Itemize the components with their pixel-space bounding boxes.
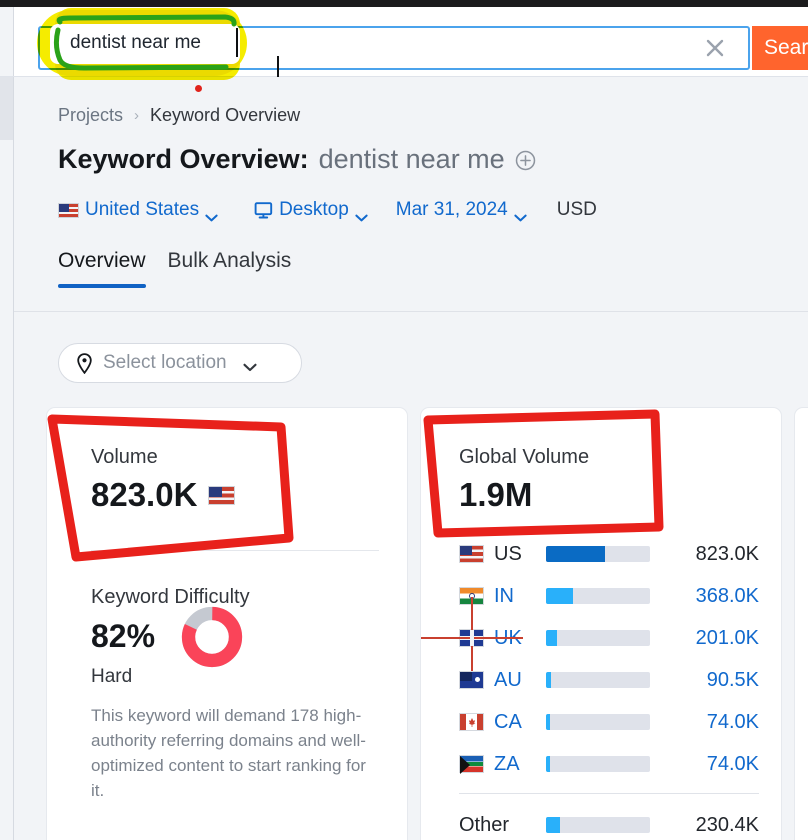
country-code: US — [494, 542, 522, 565]
page-title-keyword: dentist near me — [318, 144, 505, 174]
table-row[interactable]: UK 201.0K — [420, 597, 759, 679]
page-body: Projects › Keyword Overview Keyword Over… — [0, 77, 808, 840]
sidebar-active-indicator — [0, 77, 13, 140]
map-pin-icon — [76, 352, 93, 374]
country-code[interactable]: ZA — [494, 753, 546, 776]
date-filter-label: Mar 31, 2024 — [395, 199, 508, 220]
search-input-value-overlay: dentist near me — [70, 32, 201, 53]
breadcrumb: Projects › Keyword Overview — [58, 105, 300, 126]
device-filter[interactable]: Desktop — [254, 199, 368, 222]
uk-flag-icon — [420, 597, 523, 679]
country-volume[interactable]: 201.0K — [650, 627, 759, 650]
intent-card — [794, 407, 808, 840]
table-row[interactable]: ZA 74.0K — [459, 743, 759, 785]
breadcrumb-item-current: Keyword Overview — [150, 105, 301, 125]
country-filter[interactable]: United States — [58, 199, 218, 222]
volume-bar — [546, 588, 650, 604]
volume-bar — [546, 672, 650, 688]
other-volume: 230.4K — [695, 813, 759, 836]
us-flag-icon — [58, 202, 79, 218]
keyword-difficulty-description: This keyword will demand 178 high-author… — [91, 706, 366, 800]
global-volume-value: 1.9M — [459, 476, 533, 513]
table-row[interactable]: AU 90.5K — [459, 659, 759, 701]
monitor-icon — [254, 201, 273, 219]
keyword-difficulty-value: 82% — [91, 618, 156, 654]
volume-bar — [546, 630, 650, 646]
currency-label: USD — [556, 199, 597, 220]
tab-bar: Overview Bulk Analysis — [58, 249, 291, 288]
volume-value: 823.0K — [91, 476, 198, 513]
keyword-difficulty-donut — [181, 606, 243, 668]
volume-bar — [546, 546, 650, 562]
left-sidebar-rail[interactable] — [0, 77, 14, 840]
chevron-down-icon — [355, 206, 368, 222]
volume-bar — [546, 756, 650, 772]
page-title: Keyword Overview: dentist near me — [58, 144, 536, 175]
au-flag-icon — [459, 671, 484, 689]
table-row[interactable]: US 823.0K — [459, 533, 759, 575]
table-row-other: Other 230.4K — [459, 804, 759, 840]
left-rail-header — [0, 7, 14, 76]
country-code[interactable]: AU — [494, 669, 546, 692]
text-caret-overlay — [236, 28, 238, 57]
volume-value-group: 823.0K — [91, 476, 236, 514]
country-list-divider — [459, 793, 759, 794]
filter-row: United States Desktop Mar 31, 2024 USD — [58, 199, 597, 222]
volume-card: Volume 823.0K Keyword Difficulty 82% Har… — [46, 407, 408, 840]
page-title-prefix: Keyword Overview: — [58, 144, 309, 174]
chevron-down-icon — [514, 206, 527, 222]
date-filter[interactable]: Mar 31, 2024 — [395, 199, 527, 222]
table-row[interactable]: IN 368.0K — [459, 575, 759, 617]
country-code[interactable]: IN — [494, 585, 546, 608]
keyword-difficulty-rating: Hard — [91, 666, 133, 687]
global-volume-card: Global Volume 1.9M US 823.0K IN 368.0K U… — [420, 407, 782, 840]
search-button[interactable]: Search — [752, 26, 808, 70]
country-volume[interactable]: 74.0K — [650, 711, 759, 734]
location-select[interactable]: Select location — [58, 343, 302, 383]
location-select-placeholder: Select location — [103, 352, 227, 373]
tab-bar-divider — [14, 311, 808, 312]
clear-icon[interactable] — [704, 37, 726, 59]
breadcrumb-separator-icon: › — [134, 107, 140, 124]
country-filter-label: United States — [85, 199, 200, 220]
volume-bar — [546, 817, 650, 833]
red-dot-annotation — [195, 85, 202, 92]
tab-bulk-analysis[interactable]: Bulk Analysis — [168, 249, 292, 288]
browser-chrome-strip — [0, 0, 808, 7]
ca-flag-icon — [459, 713, 484, 731]
country-code[interactable]: CA — [494, 711, 546, 734]
tab-overview[interactable]: Overview — [58, 249, 146, 288]
us-flag-icon — [208, 485, 236, 505]
breadcrumb-item-projects[interactable]: Projects — [58, 105, 123, 126]
device-filter-label: Desktop — [279, 199, 349, 220]
country-volume[interactable]: 90.5K — [650, 669, 759, 692]
country-volume[interactable]: 74.0K — [650, 753, 759, 776]
chevron-down-icon — [243, 359, 257, 371]
us-flag-icon — [459, 545, 484, 563]
volume-card-divider — [91, 550, 379, 551]
country-volume: 823.0K — [695, 542, 759, 565]
volume-bar — [546, 714, 650, 730]
global-volume-label: Global Volume — [459, 446, 590, 468]
app-root: dentist near me Search Projects › Keywor… — [0, 0, 808, 840]
table-row[interactable]: CA 74.0K — [459, 701, 759, 743]
other-label: Other — [459, 813, 510, 836]
volume-label: Volume — [91, 446, 158, 468]
plus-circle-icon[interactable] — [515, 150, 536, 171]
country-volume[interactable]: 368.0K — [650, 585, 759, 608]
chevron-down-icon — [205, 206, 218, 222]
za-flag-icon — [459, 755, 484, 774]
